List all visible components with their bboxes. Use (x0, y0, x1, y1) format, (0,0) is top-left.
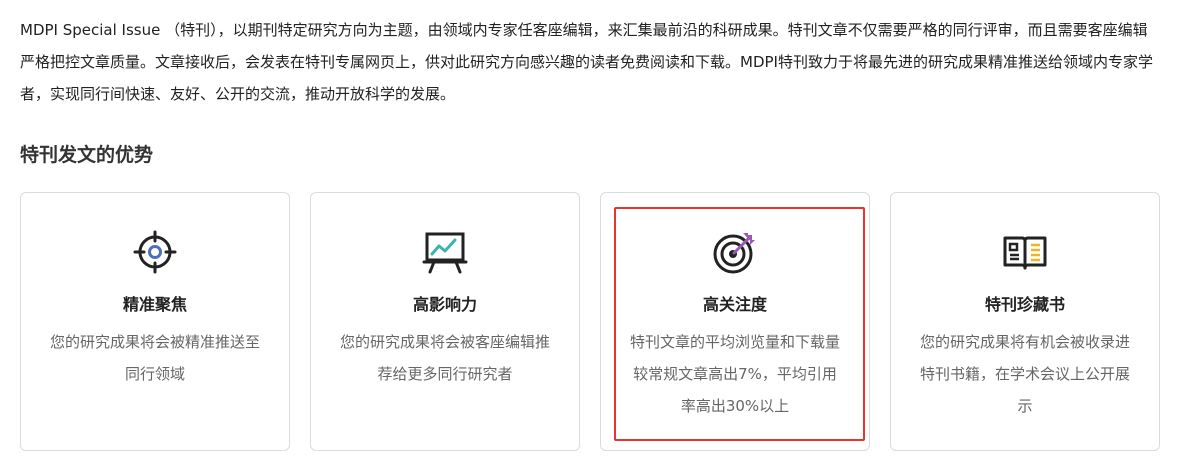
card-title: 特刊珍藏书 (984, 295, 1065, 314)
advantage-card-impact: 高影响力 您的研究成果将会被客座编辑推荐给更多同行研究者 (310, 192, 580, 451)
crosshair-icon (132, 229, 178, 275)
advantage-card-focus: 精准聚焦 您的研究成果将会被精准推送至同行领域 (20, 192, 290, 451)
card-title: 高关注度 (702, 295, 767, 314)
presentation-chart-icon (422, 229, 468, 275)
card-description: 您的研究成果将会被客座编辑推荐给更多同行研究者 (339, 333, 550, 383)
card-title: 高影响力 (412, 295, 477, 314)
card-description: 您的研究成果将有机会被收录进特刊书籍，在学术会议上公开展示 (919, 333, 1130, 415)
target-arrow-icon (712, 229, 758, 275)
card-description: 特刊文章的平均浏览量和下载量较常规文章高出7%，平均引用率高出30%以上 (629, 333, 840, 415)
intro-paragraph: MDPI Special Issue （特刊），以期刊特定研究方向为主题，由领域… (20, 21, 1153, 103)
advantage-card-attention: 高关注度 特刊文章的平均浏览量和下载量较常规文章高出7%，平均引用率高出30%以… (600, 192, 870, 451)
card-title: 精准聚焦 (122, 295, 187, 314)
section-title: 特刊发文的优势 (20, 144, 154, 166)
advantages-list: 精准聚焦 您的研究成果将会被精准推送至同行领域 高影响力 您的研究成果将会被客座… (20, 192, 1160, 451)
card-description: 您的研究成果将会被精准推送至同行领域 (49, 333, 260, 383)
open-book-icon (1002, 229, 1048, 275)
advantage-card-book: 特刊珍藏书 您的研究成果将有机会被收录进特刊书籍，在学术会议上公开展示 (890, 192, 1160, 451)
